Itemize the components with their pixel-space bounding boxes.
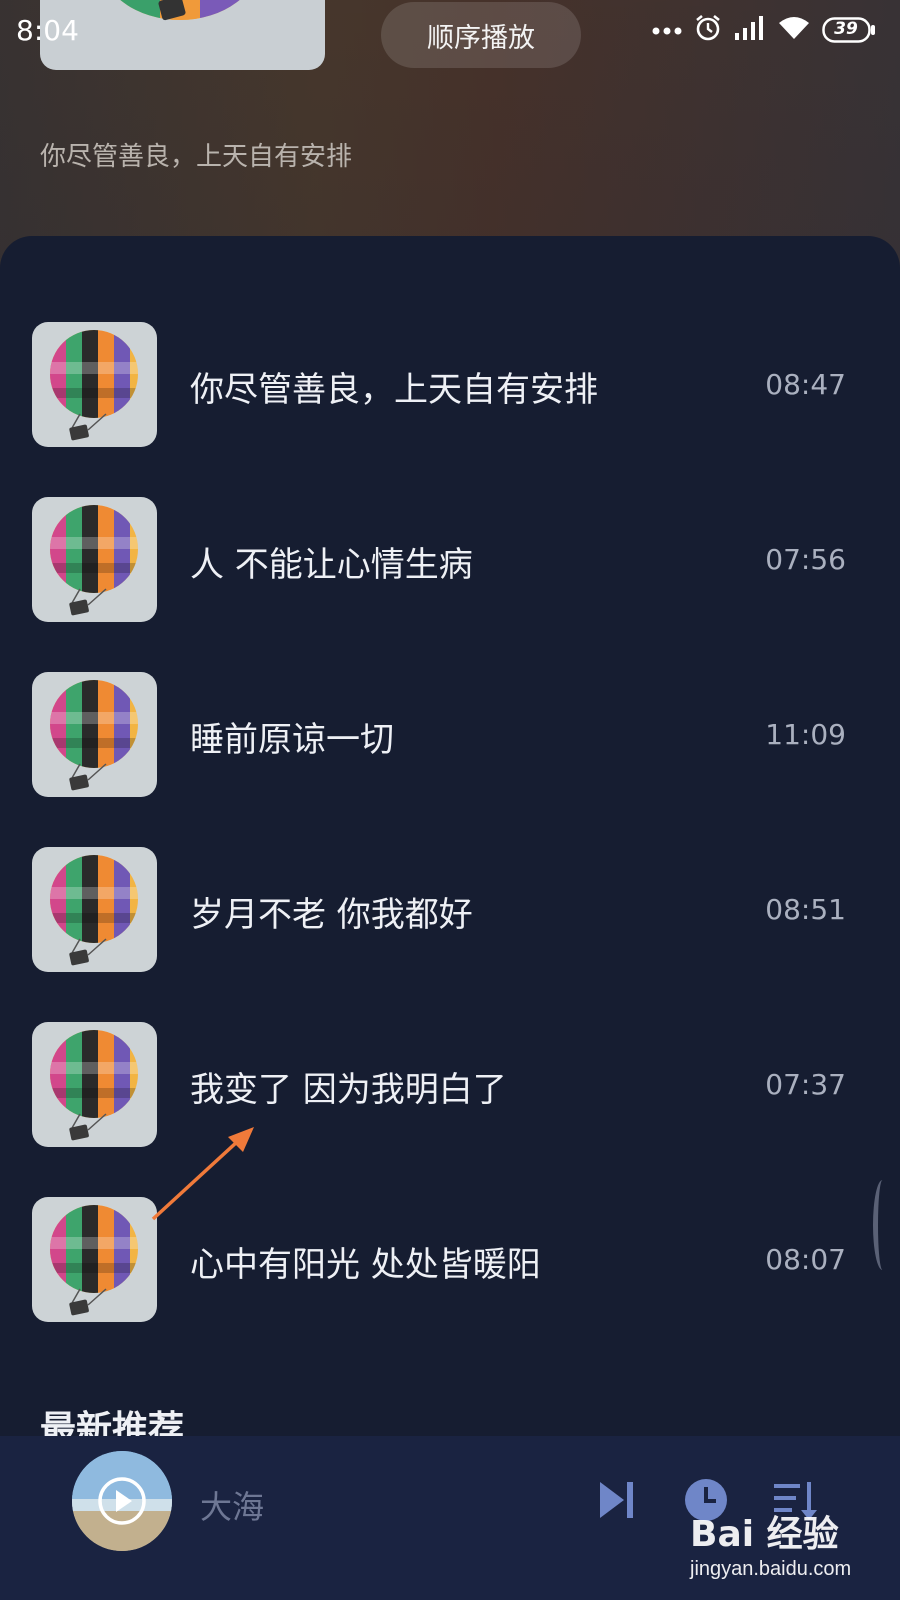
player-disc[interactable] <box>72 1451 172 1551</box>
watermark-logo: Bai 经验 <box>690 1514 839 1555</box>
battery-level: 39 <box>834 19 858 39</box>
wifi-icon <box>778 15 810 45</box>
alarm-icon <box>694 14 722 46</box>
current-track-subtitle: 你尽管善良，上天自有安排 <box>40 142 353 172</box>
watermark-url: jingyan.baidu.com <box>690 1558 852 1580</box>
skip-next-icon[interactable] <box>590 1474 642 1526</box>
player-title: 大海 <box>200 1488 265 1526</box>
side-drawer-handle[interactable] <box>873 1180 892 1270</box>
album-cover[interactable] <box>40 0 325 70</box>
annotation-arrow <box>151 1127 254 1221</box>
play-icon[interactable] <box>72 1451 172 1551</box>
cellular-signal-icon <box>734 15 766 45</box>
play-mode-button[interactable]: 顺序播放 <box>381 2 581 68</box>
status-time: 8:04 <box>16 14 79 47</box>
status-icons: 39 <box>652 14 876 46</box>
signal-dots-icon <box>652 21 682 40</box>
battery-icon: 39 <box>822 17 876 43</box>
